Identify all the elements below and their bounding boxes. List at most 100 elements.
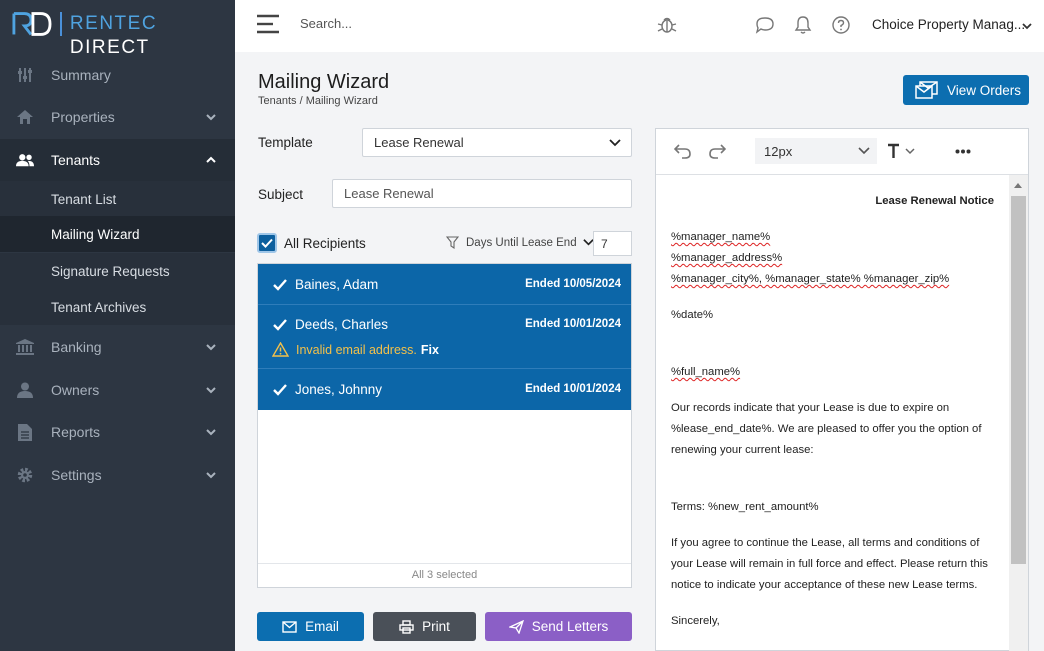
template-value: Lease Renewal bbox=[374, 135, 464, 150]
sidebar-item-label: Owners bbox=[51, 382, 100, 398]
bell-icon[interactable] bbox=[793, 15, 813, 35]
text-format-icon[interactable] bbox=[887, 143, 919, 159]
bank-icon bbox=[16, 338, 34, 356]
sidebar-item-tenants[interactable]: Tenants bbox=[0, 139, 235, 181]
notice-title: Lease Renewal Notice bbox=[875, 195, 994, 207]
envelope-icon bbox=[282, 620, 297, 633]
user-icon bbox=[16, 381, 34, 399]
letter-line: %date% bbox=[671, 309, 714, 321]
check-icon bbox=[261, 238, 273, 248]
all-recipients-label[interactable]: All Recipients bbox=[284, 236, 366, 251]
page-title: Mailing Wizard bbox=[258, 71, 390, 93]
filter-label: Days Until Lease End bbox=[466, 236, 577, 249]
users-icon bbox=[16, 151, 34, 169]
letter-body[interactable]: Lease Renewal Notice %manager_name% %man… bbox=[656, 175, 1009, 651]
view-orders-button[interactable]: View Orders bbox=[903, 75, 1029, 105]
fix-link[interactable]: Fix bbox=[421, 343, 439, 357]
sidebar-item-banking[interactable]: Banking bbox=[0, 326, 235, 368]
letter-line: notice to indicate your acceptance of th… bbox=[671, 579, 978, 591]
company-name[interactable]: Choice Property Manag... bbox=[872, 17, 1025, 32]
undo-icon[interactable] bbox=[674, 142, 692, 160]
editor-toolbar: 12px bbox=[656, 129, 1028, 175]
sidebar-sub-label: Mailing Wizard bbox=[51, 226, 140, 242]
recipient-list: Baines, Adam Ended 10/05/2024 Deeds, Cha… bbox=[257, 263, 632, 588]
sidebar-sub-tenant-archives[interactable]: Tenant Archives bbox=[0, 289, 235, 325]
warning-text: Invalid email address. bbox=[296, 342, 417, 357]
lease-ended-date: Ended 10/01/2024 bbox=[525, 318, 621, 330]
sliders-icon bbox=[16, 66, 34, 84]
view-orders-label: View Orders bbox=[947, 82, 1022, 98]
letter-line: %manager_address% bbox=[671, 252, 783, 264]
chevron-down-icon[interactable] bbox=[1021, 20, 1033, 32]
sidebar-item-label: Tenants bbox=[51, 152, 101, 168]
chat-icon[interactable] bbox=[755, 15, 775, 35]
letter-line: your Lease will remain in full force and… bbox=[671, 558, 988, 570]
sidebar-item-properties[interactable]: Properties bbox=[0, 96, 235, 138]
email-label: Email bbox=[305, 619, 339, 634]
days-value: 7 bbox=[601, 236, 608, 251]
sidebar-item-label: Properties bbox=[51, 109, 115, 125]
recipient-name: Jones, Johnny bbox=[295, 382, 383, 397]
sidebar-sub-mailing-wizard[interactable]: Mailing Wizard bbox=[0, 216, 235, 252]
days-input[interactable]: 7 bbox=[593, 231, 632, 256]
letter-line: If you agree to continue the Lease, all … bbox=[671, 537, 980, 549]
sidebar-item-label: Banking bbox=[51, 339, 102, 355]
letter-line: Sincerely, bbox=[671, 615, 720, 627]
sidebar-sub-label: Signature Requests bbox=[51, 263, 170, 279]
letter-line: %manager_city%, %manager_state% %manager… bbox=[671, 273, 950, 285]
lease-ended-date: Ended 10/01/2024 bbox=[525, 383, 621, 395]
mail-stack-icon bbox=[915, 81, 938, 99]
help-icon[interactable] bbox=[831, 15, 851, 35]
email-button[interactable]: Email bbox=[257, 612, 364, 641]
search-input[interactable] bbox=[300, 16, 500, 31]
scroll-up-icon[interactable] bbox=[1014, 183, 1022, 188]
print-label: Print bbox=[422, 619, 450, 634]
letter-line: Terms: %new_rent_amount% bbox=[671, 501, 819, 513]
warning-icon bbox=[272, 342, 289, 357]
subject-field[interactable]: Lease Renewal bbox=[332, 179, 632, 208]
sidebar-item-reports[interactable]: Reports bbox=[0, 411, 235, 453]
editor-scrollbar[interactable] bbox=[1009, 175, 1028, 651]
more-options-icon[interactable] bbox=[955, 149, 971, 154]
recipient-name: Deeds, Charles bbox=[295, 317, 389, 332]
sidebar-sub-tenant-list[interactable]: Tenant List bbox=[0, 181, 235, 217]
sidebar-item-owners[interactable]: Owners bbox=[0, 369, 235, 411]
redo-icon[interactable] bbox=[708, 142, 726, 160]
template-label: Template bbox=[258, 135, 313, 150]
sidebar-item-settings[interactable]: Settings bbox=[0, 454, 235, 496]
menu-icon[interactable] bbox=[257, 14, 281, 34]
send-letters-button[interactable]: Send Letters bbox=[485, 612, 632, 641]
subject-label: Subject bbox=[258, 187, 304, 202]
sidebar-item-summary[interactable]: Summary bbox=[0, 54, 235, 96]
sidebar-sub-label: Tenant Archives bbox=[51, 299, 147, 315]
list-item[interactable]: Baines, Adam Ended 10/05/2024 bbox=[258, 264, 631, 305]
send-icon bbox=[508, 619, 524, 634]
brand-name: RENTEC DIRECT bbox=[59, 12, 235, 58]
sidebar-item-label: Reports bbox=[51, 424, 101, 440]
chevron-down-icon bbox=[206, 114, 216, 121]
logo[interactable]: RENTEC DIRECT bbox=[12, 10, 235, 58]
chevron-down-icon bbox=[206, 344, 216, 351]
days-filter-dropdown[interactable]: Days Until Lease End bbox=[446, 236, 594, 249]
check-icon bbox=[273, 384, 287, 396]
font-size-select[interactable]: 12px bbox=[755, 138, 877, 164]
breadcrumb[interactable]: Tenants / Mailing Wizard bbox=[258, 95, 378, 107]
list-item[interactable]: Jones, Johnny Ended 10/01/2024 bbox=[258, 369, 631, 410]
all-recipients-checkbox[interactable] bbox=[257, 233, 277, 253]
bug-icon[interactable] bbox=[657, 15, 677, 35]
list-item[interactable]: Deeds, Charles Ended 10/01/2024 Invalid … bbox=[258, 305, 631, 369]
scrollbar-thumb[interactable] bbox=[1011, 196, 1026, 564]
lease-ended-date: Ended 10/05/2024 bbox=[525, 278, 621, 290]
letter-line: %manager_name% bbox=[671, 231, 771, 243]
font-size-value: 12px bbox=[764, 143, 793, 159]
home-icon bbox=[16, 108, 34, 126]
template-select[interactable]: Lease Renewal bbox=[362, 128, 632, 157]
invalid-email-warning: Invalid email address. Fix bbox=[272, 342, 439, 357]
letter-line: Our records indicate that your Lease is … bbox=[671, 402, 950, 414]
gear-icon bbox=[16, 466, 34, 484]
sidebar-sub-signature-requests[interactable]: Signature Requests bbox=[0, 253, 235, 289]
printer-icon bbox=[399, 619, 414, 634]
print-button[interactable]: Print bbox=[373, 612, 476, 641]
chevron-down-icon bbox=[609, 139, 621, 147]
chevron-down-icon bbox=[582, 239, 594, 246]
